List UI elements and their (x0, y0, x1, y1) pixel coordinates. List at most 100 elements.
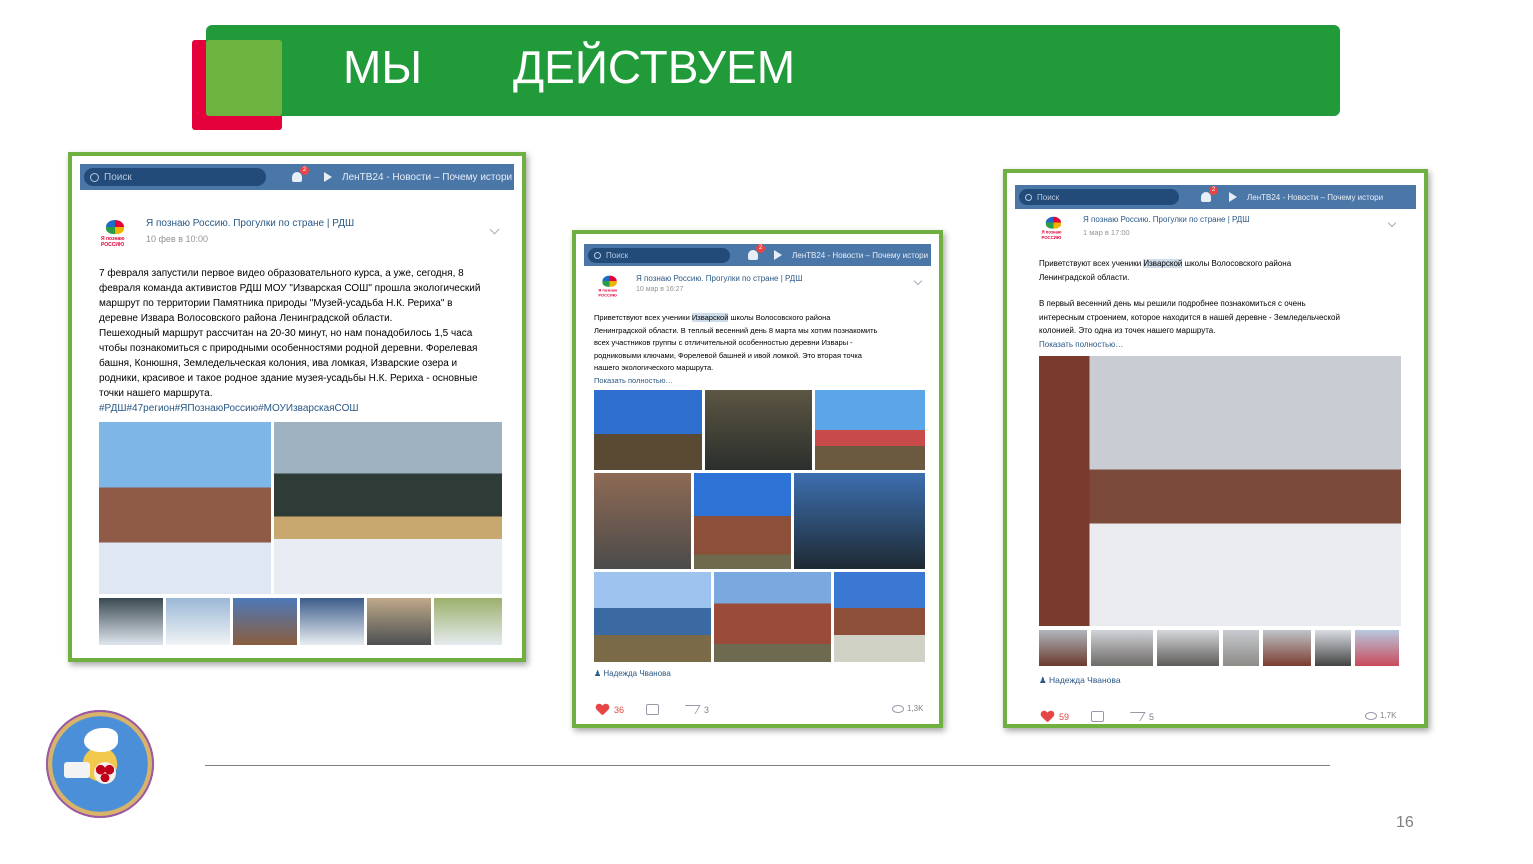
photo-grid-6[interactable] (794, 473, 925, 569)
photo-grid-5[interactable] (694, 473, 791, 569)
photo-main-colony[interactable] (1039, 356, 1401, 626)
group-name-link[interactable]: Я познаю Россию. Прогулки по стране | РД… (636, 274, 803, 283)
photo-grid-8[interactable] (714, 572, 831, 662)
eye-icon (892, 704, 904, 713)
photo-grid-2[interactable] (705, 390, 812, 470)
notification-badge: 2 (756, 244, 765, 253)
now-playing-text[interactable]: ЛенТВ24 - Новости – Почему истори (1247, 193, 1383, 202)
search-input[interactable]: Поиск (84, 168, 266, 186)
search-icon (1025, 193, 1032, 201)
post-author[interactable]: ♟ Надежда Чванова (594, 669, 671, 678)
page-number: 16 (1396, 814, 1414, 831)
chevron-down-icon[interactable] (489, 224, 500, 235)
chevron-down-icon[interactable] (913, 276, 923, 286)
photo-thumb-1[interactable] (99, 598, 163, 645)
photo-grid-4[interactable] (594, 473, 691, 569)
photo-thumb-6[interactable] (434, 598, 502, 645)
photo-thumb-4[interactable] (300, 598, 364, 645)
eye-icon (1365, 711, 1377, 720)
now-playing-text[interactable]: ЛенТВ24 - Новости – Почему истори (342, 172, 512, 183)
photo-thumb-3[interactable] (233, 598, 297, 645)
share-count: 5 (1149, 711, 1155, 722)
photo-grid-9[interactable] (834, 572, 925, 662)
share-icon[interactable] (680, 705, 701, 714)
group-logo[interactable]: Я познаю РОССИЮ (596, 274, 623, 301)
hashtags-link[interactable]: #РДШ#47регион#ЯПознаюРоссию#МОУИзварская… (99, 401, 509, 416)
play-icon[interactable] (324, 172, 332, 182)
comment-icon[interactable] (1091, 711, 1105, 722)
views-counter: 1,3K (892, 704, 923, 713)
now-playing-text[interactable]: ЛенТВ24 - Новости – Почему истори (792, 251, 928, 260)
school-emblem-logo (46, 710, 154, 818)
roerich-sign-icon (94, 762, 116, 784)
show-more-link[interactable]: Показать полностью… (1039, 338, 1409, 352)
photo-grid-3[interactable] (815, 390, 925, 470)
post-header: Я познаю РОССИЮ Я познаю Россию. Прогулк… (596, 274, 803, 308)
vk-top-bar: Поиск 2 ЛенТВ24 - Новости – Почему истор… (1015, 185, 1416, 209)
play-icon[interactable] (774, 250, 782, 260)
post-date[interactable]: 1 мар в 17:00 (1083, 228, 1250, 237)
photo-thumb-3[interactable] (1157, 630, 1219, 666)
group-logo[interactable]: Я познаю РОССИЮ (98, 218, 132, 252)
like-count: 36 (614, 704, 625, 715)
post-text: 7 февраля запустили первое видео образов… (99, 266, 509, 416)
post-date[interactable]: 10 фев в 10:00 (146, 234, 354, 244)
group-name-link[interactable]: Я познаю Россию. Прогулки по стране | РД… (146, 218, 354, 229)
share-count: 3 (704, 704, 710, 715)
search-icon (594, 251, 601, 259)
photo-grid-1[interactable] (594, 390, 702, 470)
photo-thumb-5[interactable] (367, 598, 431, 645)
like-icon[interactable] (1041, 711, 1053, 722)
like-icon[interactable] (596, 704, 608, 715)
photo-grid-7[interactable] (594, 572, 711, 662)
slide-title-word-1: МЫ (343, 41, 423, 93)
views-counter: 1,7K (1365, 711, 1396, 720)
post-header: Я познаю РОССИЮ Я познаю Россию. Прогулк… (1039, 215, 1250, 249)
slide-title-word-2: ДЕЙСТВУЕМ (513, 41, 796, 93)
search-placeholder: Поиск (1037, 192, 1060, 202)
chevron-down-icon[interactable] (1387, 218, 1397, 228)
group-logo[interactable]: Я познаю РОССИЮ (1039, 215, 1068, 244)
photo-thumb-5[interactable] (1263, 630, 1311, 666)
play-icon[interactable] (1229, 192, 1237, 202)
like-count: 59 (1059, 711, 1070, 722)
post-header: Я познаю РОССИЮ Я познаю Россию. Прогулк… (98, 218, 354, 252)
bell-icon[interactable]: 2 (292, 166, 309, 182)
bell-icon[interactable]: 2 (748, 244, 765, 260)
notification-badge: 2 (1209, 186, 1218, 195)
photo-thumb-4[interactable] (1223, 630, 1259, 666)
post-date[interactable]: 10 мар в 16:27 (636, 286, 803, 293)
search-input[interactable]: Поиск (588, 247, 730, 263)
title-accent-green (206, 40, 282, 116)
photo-estate-snow[interactable] (274, 422, 502, 594)
search-input[interactable]: Поиск (1019, 189, 1179, 205)
photo-thumb-6[interactable] (1315, 630, 1351, 666)
comment-icon[interactable] (646, 704, 660, 715)
post-footer: 59 5 (1041, 711, 1154, 722)
vk-top-bar: Поиск 2 ЛенТВ24 - Новости – Почему истор… (584, 244, 931, 266)
vk-top-bar: Поиск 2 ЛенТВ24 - Новости – Почему истор… (80, 164, 514, 190)
vk-post-screenshot-2: Поиск 2 ЛенТВ24 - Новости – Почему истор… (572, 230, 943, 728)
post-footer: 36 3 (596, 704, 709, 715)
photo-building-winter[interactable] (99, 422, 271, 594)
book-icon (64, 762, 90, 778)
photo-thumb-2[interactable] (1091, 630, 1153, 666)
dove-icon (84, 728, 118, 752)
post-text: Приветствуют всех ученики Изварской школ… (1039, 257, 1409, 351)
photo-thumb-1[interactable] (1039, 630, 1087, 666)
post-author[interactable]: ♟ Надежда Чванова (1039, 675, 1121, 686)
show-more-link[interactable]: Показать полностью… (594, 375, 934, 388)
post-text: Приветствуют всех ученики Изварской школ… (594, 312, 934, 387)
photo-thumb-2[interactable] (166, 598, 230, 645)
vk-post-screenshot-1: Поиск 2 ЛенТВ24 - Новости – Почему истор… (68, 152, 526, 662)
photo-thumb-7[interactable] (1355, 630, 1399, 666)
search-icon (90, 172, 99, 182)
footer-divider (205, 765, 1330, 766)
bell-icon[interactable]: 2 (1201, 186, 1218, 202)
group-name-link[interactable]: Я познаю Россию. Прогулки по стране | РД… (1083, 215, 1250, 224)
search-placeholder: Поиск (104, 171, 132, 183)
share-icon[interactable] (1125, 712, 1146, 721)
vk-post-screenshot-3: Поиск 2 ЛенТВ24 - Новости – Почему истор… (1003, 169, 1428, 728)
search-placeholder: Поиск (606, 250, 629, 260)
notification-badge: 2 (300, 166, 309, 175)
